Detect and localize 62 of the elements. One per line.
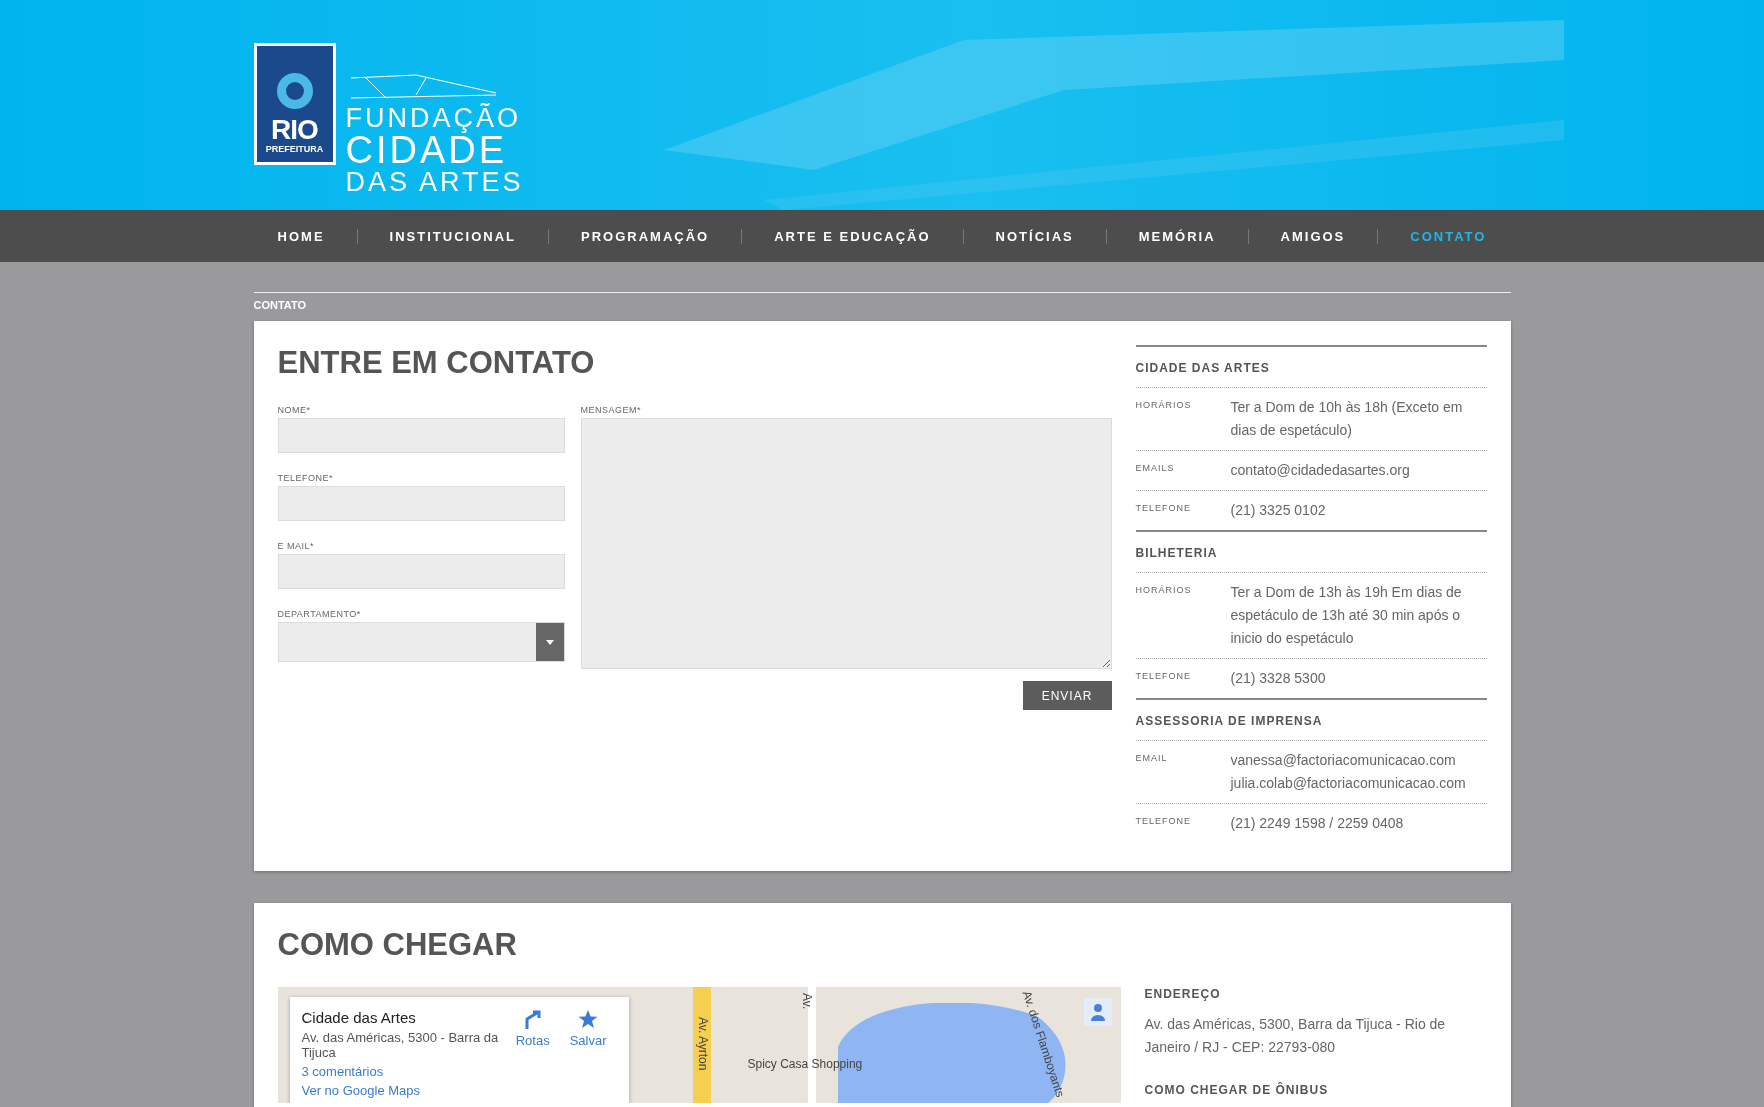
map-label: Av. Ayrton (695, 1017, 710, 1071)
input-field[interactable] (277, 486, 565, 521)
directions-link[interactable]: Rotas (505, 1009, 560, 1059)
info-value: contato@cidadedasartes.org (1230, 461, 1410, 480)
info-heading: CIDADE DAS ARTES (1135, 347, 1487, 388)
nav-link[interactable]: INSTITUCIONAL (356, 228, 548, 244)
input-field[interactable] (277, 418, 565, 453)
info-value: (21) 2249 1598 / 2259 0408 (1230, 814, 1404, 833)
dropdown-field[interactable] (277, 622, 565, 662)
field-label: DEPARTAMENTO* (277, 609, 362, 619)
info-label: EMAILS (1135, 462, 1176, 475)
info-value: (21) 3325 0102 (1230, 501, 1326, 520)
field-label: MENSAGEM* (580, 405, 642, 415)
message-field[interactable] (580, 418, 1112, 669)
info-heading: ASSESSORIA DE IMPRENSA (1135, 700, 1487, 741)
info-label: TELEFONE (1135, 815, 1192, 828)
nav-link[interactable]: HOME (245, 228, 357, 244)
person-icon (1089, 1003, 1106, 1021)
info-heading: COMO CHEGAR DE ÔNIBUS (1144, 1083, 1330, 1097)
info-label: EMAIL (1135, 752, 1169, 765)
logo-word: RIO (271, 116, 318, 144)
person-button[interactable] (1083, 998, 1112, 1026)
nav-link[interactable]: CONTATO (1377, 228, 1519, 244)
nav-link[interactable]: ARTE E EDUCAÇÃO (741, 228, 963, 244)
info-value: (21) 3328 5300 (1230, 669, 1326, 688)
nav-link[interactable]: AMIGOS (1247, 228, 1378, 244)
section-title: COMO CHEGAR (277, 927, 518, 963)
save-link[interactable]: Salvar (559, 1009, 617, 1059)
nav-link[interactable]: MEMÓRIA (1105, 228, 1248, 244)
info-value: julia.colab@factoriacomunicacao.com (1230, 774, 1466, 793)
field-label: TELEFONE* (277, 473, 334, 483)
place-name: Cidade das Artes (301, 1009, 417, 1026)
info-label: HORÁRIOS (1135, 399, 1193, 412)
input-field[interactable] (277, 554, 565, 589)
info-label: HORÁRIOS (1135, 584, 1193, 597)
info-heading: BILHETERIA (1135, 532, 1487, 573)
nav-link[interactable]: PROGRAMAÇÃO (548, 228, 742, 244)
field-label: E MAIL* (277, 541, 315, 551)
info-heading: ENDEREÇO (1144, 987, 1222, 1001)
logo-text: DAS ARTES (345, 167, 524, 197)
info-label: TELEFONE (1135, 670, 1192, 683)
reviews-link[interactable]: 3 comentários (301, 1064, 506, 1079)
place-address: Av. das Américas, 5300 - Barra da Tijuca (301, 1030, 500, 1060)
section-title: ENTRE EM CONTATO (277, 345, 596, 381)
info-value: vanessa@factoriacomunicacao.com (1230, 751, 1457, 770)
maps-link[interactable]: Ver no Google Maps (301, 1083, 506, 1098)
info-value: Ter a Dom de 13h às 19h Em dias de espetáculo de 13h até 30 min após o inicio do espetáculo (1230, 583, 1463, 648)
logo-text: CIDADE (345, 133, 508, 167)
info-value: Ter a Dom de 10h às 18h (Exceto em dias de espetáculo) (1230, 398, 1464, 440)
caret-icon (545, 639, 554, 645)
logo-subtitle: PREFEITURA (265, 144, 324, 154)
logo-text: FUNDAÇÃO (345, 103, 522, 133)
field-label: NOME* (277, 405, 312, 415)
breadcrumb: CONTATO (253, 292, 1511, 311)
info-label: TELEFONE (1135, 502, 1192, 515)
map-label: Spicy Casa Shopping (747, 1057, 863, 1071)
address-text: Av. das Américas, 5300, Barra da Tijuca - Rio de Janeiro / RJ - CEP: 22793-080 (1144, 1015, 1447, 1057)
star-icon (578, 1009, 599, 1029)
rio-emblem-logo[interactable]: RIO PREFEITURA (253, 43, 336, 165)
send-button[interactable]: ENVIAR (1022, 681, 1112, 710)
map-label: Av. (799, 993, 814, 1010)
nav-link[interactable]: NOTÍCIAS (962, 228, 1106, 244)
